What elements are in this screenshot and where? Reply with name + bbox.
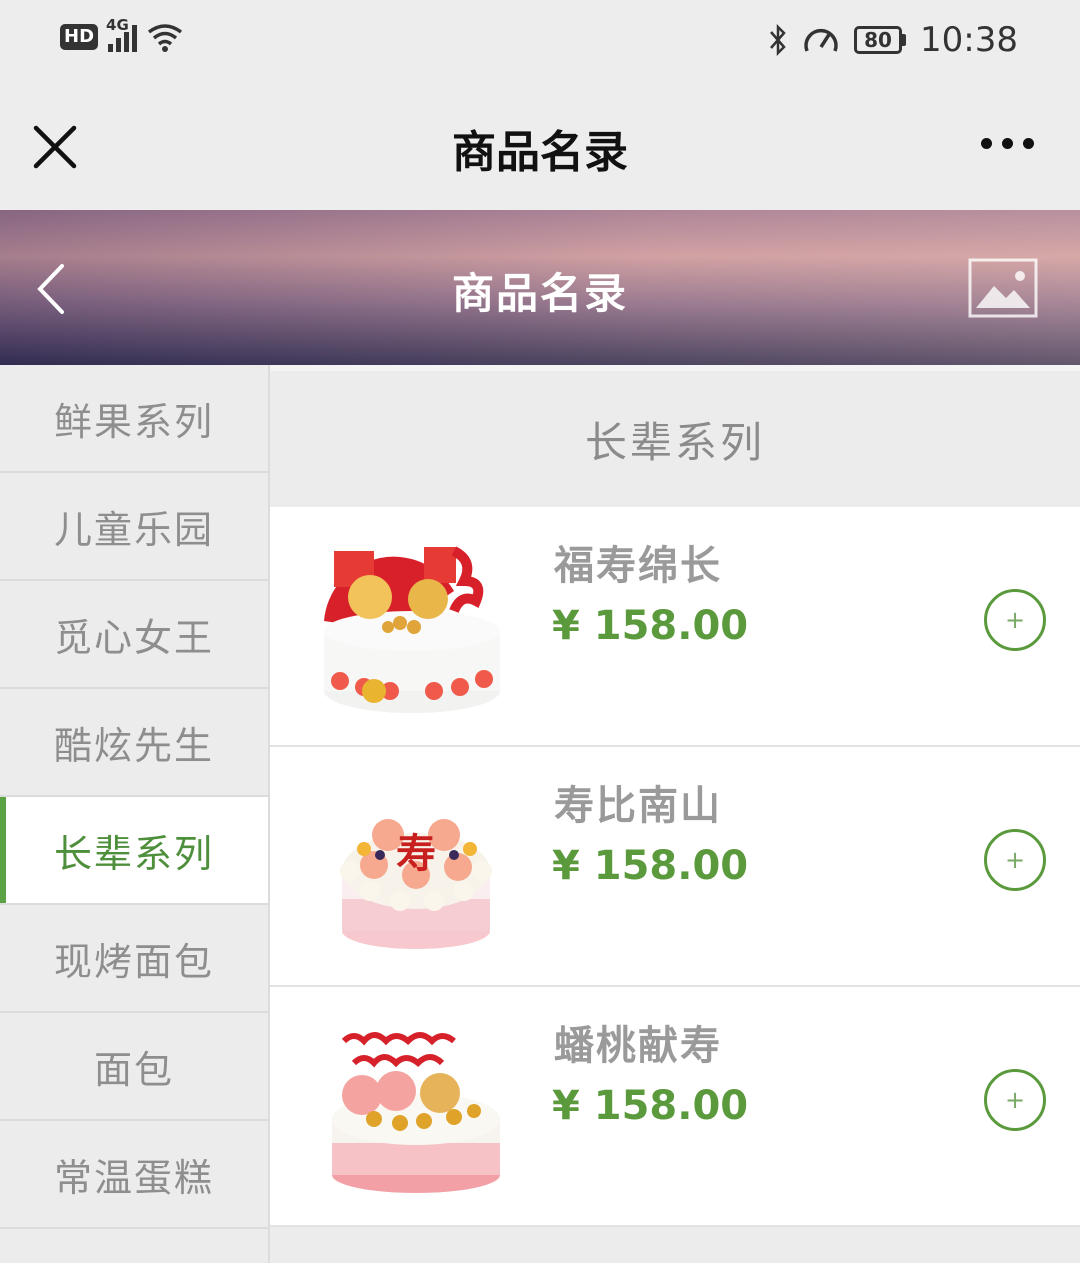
network-type-label: 4G <box>106 16 129 34</box>
signal-icon: 4G <box>106 16 138 52</box>
product-card[interactable]: 蟠桃献寿 ¥ 158.00 + <box>270 987 1080 1227</box>
sidebar-item-shelf-cake[interactable]: 常温蛋糕 <box>0 1121 268 1229</box>
more-options-icon[interactable] <box>981 138 1034 149</box>
image-icon[interactable] <box>968 258 1038 318</box>
product-name: 寿比南山 <box>554 783 722 829</box>
category-sidebar: 鲜果系列 儿童乐园 觅心女王 酷炫先生 长辈系列 现烤面包 面包 常温蛋糕 <box>0 365 270 1263</box>
bluetooth-icon <box>770 23 786 57</box>
status-bar: HD 4G 80 10:38 <box>0 0 1080 84</box>
wifi-icon <box>147 24 183 52</box>
svg-text:寿: 寿 <box>396 831 436 877</box>
product-name: 福寿绵长 <box>554 543 722 589</box>
product-price: ¥ 158.00 <box>552 1083 749 1129</box>
product-image <box>324 546 500 713</box>
hd-badge: HD <box>60 24 99 50</box>
header-banner: 商品名录 <box>0 210 1080 365</box>
status-right: 80 10:38 <box>768 20 1018 60</box>
product-name: 蟠桃献寿 <box>554 1023 722 1069</box>
product-image <box>332 1032 500 1193</box>
product-card[interactable]: 福寿绵长 ¥ 158.00 + <box>270 507 1080 747</box>
banner-title: 商品名录 <box>451 269 628 318</box>
category-heading: 长辈系列 <box>270 365 1080 507</box>
add-to-cart-button[interactable]: + <box>984 1069 1046 1131</box>
battery-level: 80 <box>854 26 903 54</box>
sidebar-item-kids[interactable]: 儿童乐园 <box>0 473 268 581</box>
battery-icon: 80 <box>854 26 907 54</box>
sidebar-item-elders[interactable]: 长辈系列 <box>0 797 268 905</box>
speed-gauge-icon <box>804 28 838 52</box>
sidebar-item-mister[interactable]: 酷炫先生 <box>0 689 268 797</box>
top-nav-bar: 商品名录 <box>0 84 1080 210</box>
page-title: 商品名录 <box>452 127 628 178</box>
product-price: ¥ 158.00 <box>552 843 749 889</box>
product-image: 寿 <box>340 819 492 949</box>
product-price: ¥ 158.00 <box>552 603 749 649</box>
product-list: 长辈系列 福寿绵长 ¥ 158.00 + 寿 寿比南山 ¥ 158.00 + 蟠… <box>270 365 1080 1263</box>
sidebar-item-bread[interactable]: 面包 <box>0 1013 268 1121</box>
product-card[interactable]: 寿 寿比南山 ¥ 158.00 + <box>270 747 1080 987</box>
sidebar-item-fresh-bread[interactable]: 现烤面包 <box>0 905 268 1013</box>
add-to-cart-button[interactable]: + <box>984 829 1046 891</box>
add-to-cart-button[interactable]: + <box>984 589 1046 651</box>
sidebar-item-fresh-fruit[interactable]: 鲜果系列 <box>0 365 268 473</box>
sidebar-item-queen[interactable]: 觅心女王 <box>0 581 268 689</box>
status-left: HD 4G <box>60 16 183 52</box>
clock: 10:38 <box>920 20 1018 60</box>
